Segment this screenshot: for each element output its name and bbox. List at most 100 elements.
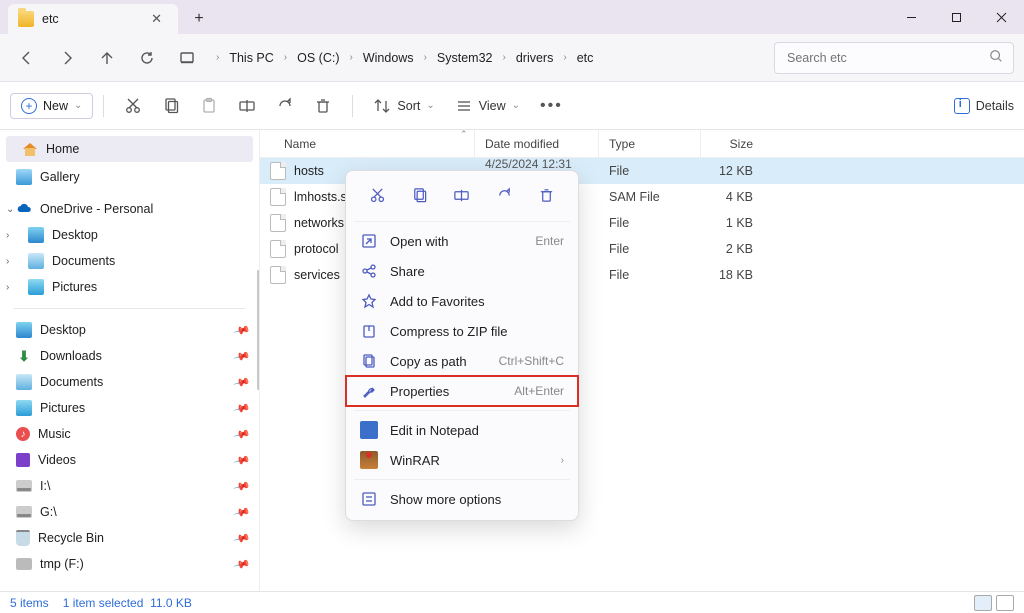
ctx-item-show-more-options[interactable]: Show more options	[346, 484, 578, 514]
sidebar-item-home[interactable]: Home	[6, 136, 253, 162]
tab-title: etc	[42, 12, 137, 26]
file-size: 18 KB	[701, 268, 763, 282]
copy-button[interactable]	[152, 91, 190, 121]
file-type: File	[599, 242, 701, 256]
header-label: Size	[730, 137, 753, 151]
ctx-cut-button[interactable]	[363, 181, 391, 209]
ctx-item-add-to-favorites[interactable]: Add to Favorites	[346, 286, 578, 316]
paste-button[interactable]	[190, 91, 228, 121]
crumb-drivers[interactable]: drivers	[510, 47, 560, 69]
crumb-windows[interactable]: Windows	[357, 47, 420, 69]
sidebar-item-label: tmp (F:)	[40, 557, 84, 571]
sidebar-item-label: Downloads	[40, 349, 102, 363]
tabs: etc ✕ +	[0, 4, 216, 34]
minimize-button[interactable]	[889, 2, 934, 32]
command-bar: + New ⌄ Sort ⌄ View ⌄ ••• Details	[0, 82, 1024, 130]
ctx-item-label: Open with	[390, 234, 523, 249]
new-tab-button[interactable]: +	[182, 4, 216, 34]
column-header-type[interactable]: Type	[599, 130, 701, 157]
cloud-icon	[16, 201, 32, 217]
crumb-etc[interactable]: etc	[571, 47, 600, 69]
ctx-item-edit-in-notepad[interactable]: Edit in Notepad	[346, 415, 578, 445]
view-thumbnails-button[interactable]	[996, 595, 1014, 611]
pin-icon: 📌	[233, 555, 251, 573]
status-item-count: 5 items	[10, 596, 49, 610]
pin-icon: 📌	[233, 503, 251, 521]
navigation-pane[interactable]: Home Gallery ⌄ OneDrive - Personal › Des…	[0, 130, 260, 591]
ctx-delete-button[interactable]	[533, 181, 561, 209]
star-icon	[360, 292, 378, 310]
details-pane-button[interactable]: Details	[954, 98, 1014, 114]
search-box[interactable]	[774, 42, 1014, 74]
more-button[interactable]: •••	[530, 91, 573, 121]
sidebar-item-onedrive[interactable]: ⌄ OneDrive - Personal	[0, 196, 259, 222]
chevron-right-icon[interactable]: ›	[6, 256, 9, 267]
sidebar-item-od-pictures[interactable]: › Pictures	[0, 274, 259, 300]
sidebar-item-label: Desktop	[40, 323, 86, 337]
cut-button[interactable]	[114, 91, 152, 121]
chevron-right-icon[interactable]: ›	[6, 282, 9, 293]
sidebar-item-downloads[interactable]: ⬇Downloads📌	[0, 343, 259, 369]
sidebar-item-gallery[interactable]: Gallery	[0, 164, 259, 190]
crumb-this-pc[interactable]: This PC	[223, 47, 279, 69]
chevron-right-icon[interactable]: ›	[6, 230, 9, 241]
sidebar-item-label: Home	[46, 142, 79, 156]
search-input[interactable]	[785, 50, 989, 66]
sidebar-item-documents[interactable]: Documents📌	[0, 369, 259, 395]
ctx-item-properties[interactable]: PropertiesAlt+Enter	[346, 376, 578, 406]
share-button[interactable]	[266, 91, 304, 121]
location-icon[interactable]	[170, 41, 204, 75]
close-tab-button[interactable]: ✕	[145, 9, 168, 29]
maximize-button[interactable]	[934, 2, 979, 32]
ctx-item-label: Edit in Notepad	[390, 423, 564, 438]
delete-button[interactable]	[304, 91, 342, 121]
recycle-icon	[16, 530, 30, 546]
sidebar-item-label: Videos	[38, 453, 76, 467]
chevron-down-icon: ⌄	[512, 100, 520, 111]
ctx-copy-button[interactable]	[406, 181, 434, 209]
sidebar-item-i-[interactable]: I:\📌	[0, 473, 259, 499]
close-window-button[interactable]	[979, 2, 1024, 32]
view-details-button[interactable]	[974, 595, 992, 611]
sidebar-item-label: Desktop	[52, 228, 98, 242]
crumb-drive[interactable]: OS (C:)	[291, 47, 345, 69]
sidebar-item-recycle-bin[interactable]: Recycle Bin📌	[0, 525, 259, 551]
ctx-item-copy-as-path[interactable]: Copy as pathCtrl+Shift+C	[346, 346, 578, 376]
sidebar-item-g-[interactable]: G:\📌	[0, 499, 259, 525]
up-button[interactable]	[90, 41, 124, 75]
ctx-item-winrar[interactable]: WinRAR›	[346, 445, 578, 475]
sidebar-item-tmp-f-[interactable]: tmp (F:) 📌	[0, 551, 259, 577]
ctx-item-label: Properties	[390, 384, 502, 399]
ctx-item-compress-to-zip-file[interactable]: Compress to ZIP file	[346, 316, 578, 346]
crumb-system32[interactable]: System32	[431, 47, 499, 69]
drive-icon	[16, 480, 32, 492]
file-icon	[270, 214, 286, 232]
details-label: Details	[976, 99, 1014, 113]
ctx-share-button[interactable]	[490, 181, 518, 209]
column-header-date[interactable]: Date modified	[475, 130, 599, 157]
sidebar-item-pictures[interactable]: Pictures📌	[0, 395, 259, 421]
ctx-item-share[interactable]: Share	[346, 256, 578, 286]
ctx-rename-button[interactable]	[448, 181, 476, 209]
refresh-button[interactable]	[130, 41, 164, 75]
back-button[interactable]	[10, 41, 44, 75]
sidebar-item-od-documents[interactable]: › Documents	[0, 248, 259, 274]
forward-button[interactable]	[50, 41, 84, 75]
sidebar-item-music[interactable]: ♪Music📌	[0, 421, 259, 447]
sort-button[interactable]: Sort ⌄	[363, 91, 444, 121]
new-button[interactable]: + New ⌄	[10, 93, 93, 119]
breadcrumb: › This PC › OS (C:) › Windows › System32…	[210, 47, 768, 69]
ctx-item-open-with[interactable]: Open withEnter	[346, 226, 578, 256]
sidebar-item-od-desktop[interactable]: › Desktop	[0, 222, 259, 248]
rename-button[interactable]	[228, 91, 266, 121]
active-tab[interactable]: etc ✕	[8, 4, 178, 34]
view-button[interactable]: View ⌄	[445, 91, 530, 121]
column-header-name[interactable]: Name	[260, 130, 475, 157]
column-header-size[interactable]: Size	[701, 130, 763, 157]
sidebar-item-desktop[interactable]: Desktop📌	[0, 317, 259, 343]
chevron-right-icon: ›	[563, 52, 566, 63]
file-type: File	[599, 216, 701, 230]
new-label: New	[43, 99, 68, 113]
chevron-down-icon[interactable]: ⌄	[6, 204, 14, 215]
sidebar-item-videos[interactable]: Videos📌	[0, 447, 259, 473]
